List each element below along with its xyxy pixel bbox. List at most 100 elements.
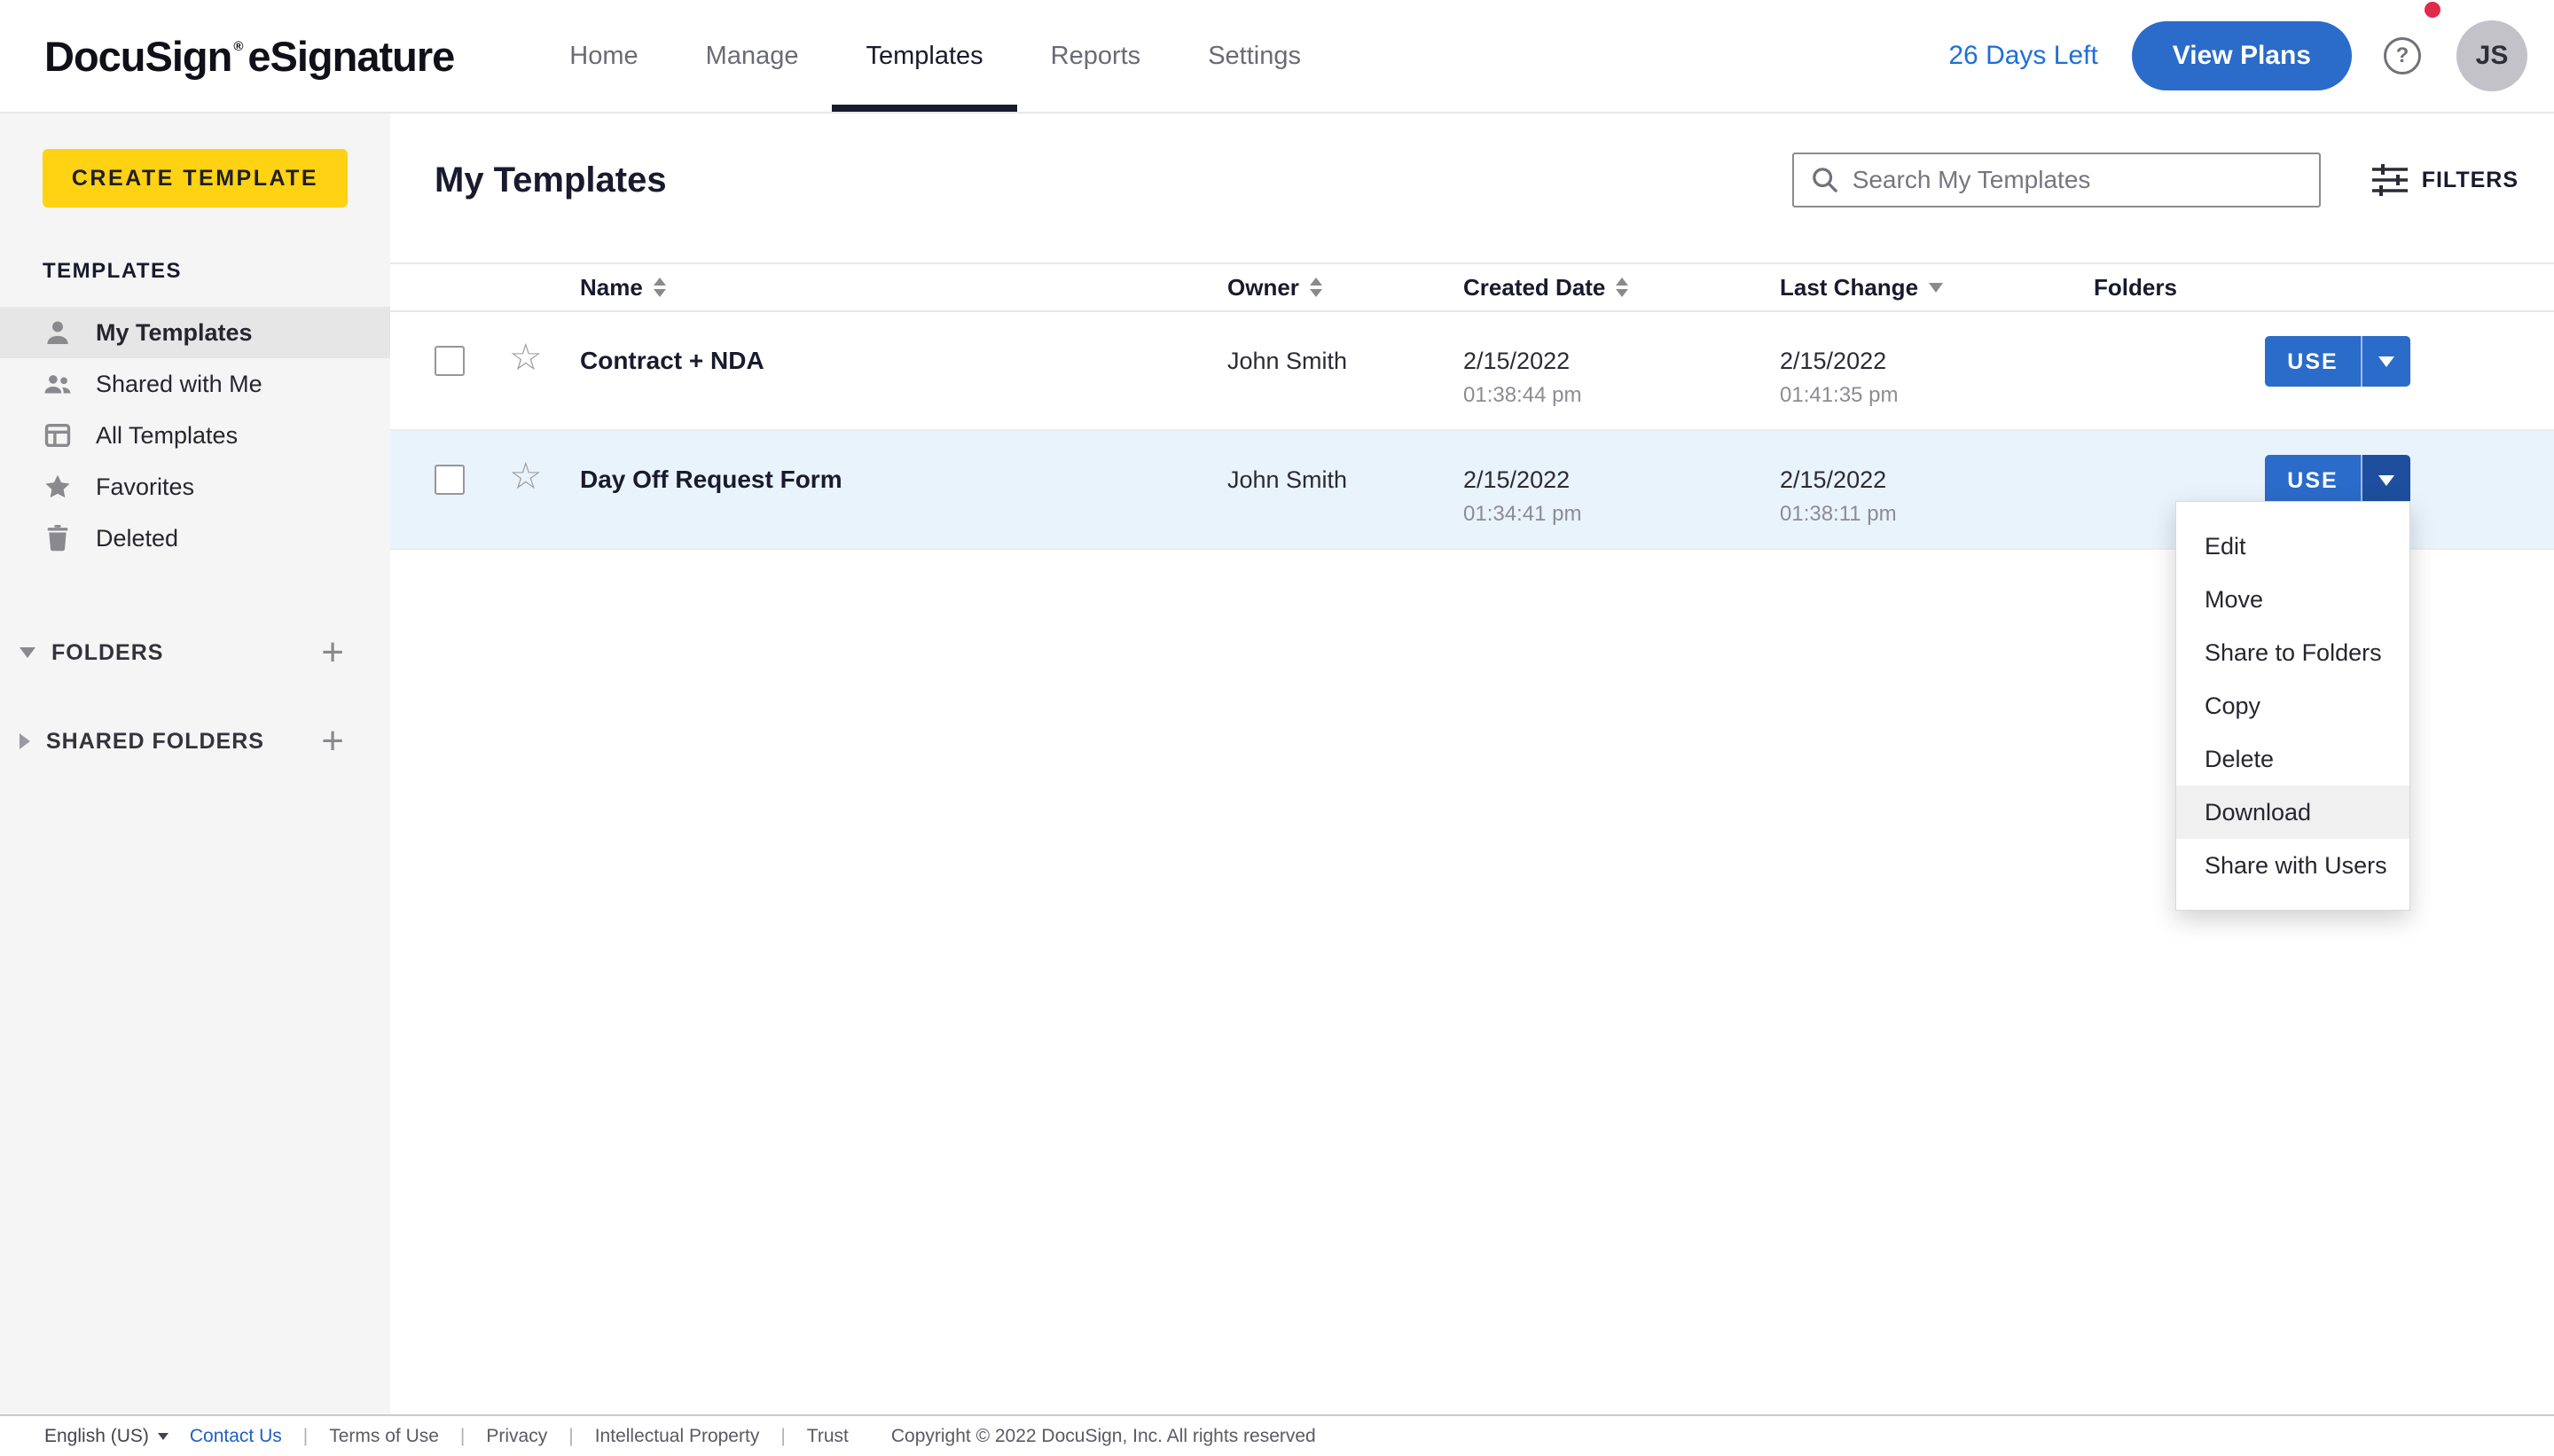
notification-dot xyxy=(2425,2,2440,18)
sidebar-item-label: Deleted xyxy=(96,525,178,552)
folders-header[interactable]: FOLDERS + xyxy=(0,628,390,677)
nav-home[interactable]: Home xyxy=(536,0,671,112)
column-header-owner[interactable]: Owner xyxy=(1227,274,1463,301)
last-change-time: 01:41:35 pm xyxy=(1780,383,2094,408)
help-icon[interactable]: ? xyxy=(2384,37,2421,74)
sidebar-section-title: TEMPLATES xyxy=(0,259,390,284)
sidebar-item-shared-with-me[interactable]: Shared with Me xyxy=(0,358,390,410)
chevron-down-icon xyxy=(2378,475,2394,486)
docusign-logo: DocuSign® eSignature xyxy=(44,0,454,112)
create-template-button[interactable]: CREATE TEMPLATE xyxy=(43,149,348,207)
owner-name: John Smith xyxy=(1227,465,1463,495)
chevron-down-icon xyxy=(158,1433,168,1440)
menu-item-download[interactable]: Download xyxy=(2176,786,2409,839)
template-actions-menu: Edit Move Share to Folders Copy Delete D… xyxy=(2175,501,2410,911)
chevron-down-icon xyxy=(2378,356,2394,367)
shared-folders-label: SHARED FOLDERS xyxy=(46,729,264,755)
last-change-date: 2/15/2022 xyxy=(1780,465,2094,495)
trial-days-left-link[interactable]: 26 Days Left xyxy=(1948,41,2097,71)
menu-item-edit[interactable]: Edit xyxy=(2176,520,2409,573)
layout-grid-icon xyxy=(43,420,73,450)
footer-link-trust[interactable]: Trust xyxy=(807,1426,849,1447)
footer-link-privacy[interactable]: Privacy xyxy=(486,1426,547,1447)
sidebar-item-label: All Templates xyxy=(96,422,238,450)
sidebar-item-all-templates[interactable]: All Templates xyxy=(0,410,390,461)
use-split-button: USE xyxy=(2265,455,2410,505)
last-change-cell: 2/15/2022 01:38:11 pm xyxy=(1780,465,2094,527)
template-name[interactable]: Contract + NDA xyxy=(580,346,1227,376)
filters-icon xyxy=(2370,162,2409,198)
add-shared-folder-icon[interactable]: + xyxy=(321,722,344,761)
use-dropdown-toggle[interactable] xyxy=(2362,455,2410,505)
folders-label: FOLDERS xyxy=(51,640,163,666)
main-header: My Templates FILTERS xyxy=(435,153,2519,207)
favorite-star-icon[interactable]: ☆ xyxy=(509,342,580,372)
sort-both-icon xyxy=(1616,278,1628,297)
row-checkbox[interactable] xyxy=(435,346,465,376)
search-box xyxy=(1792,153,2321,207)
language-selector[interactable]: English (US) xyxy=(44,1426,168,1447)
top-bar: DocuSign® eSignature Home Manage Template… xyxy=(0,0,2554,114)
sidebar-item-my-templates[interactable]: My Templates xyxy=(0,307,390,358)
use-button[interactable]: USE xyxy=(2265,455,2362,505)
add-folder-icon[interactable]: + xyxy=(321,633,344,672)
people-icon xyxy=(43,369,73,399)
registered-mark: ® xyxy=(233,39,242,54)
table-row: ☆ Contract + NDA John Smith 2/15/2022 01… xyxy=(390,312,2554,431)
last-change-cell: 2/15/2022 01:41:35 pm xyxy=(1780,346,2094,408)
column-header-name[interactable]: Name xyxy=(580,274,1227,301)
sidebar-item-label: Shared with Me xyxy=(96,371,262,398)
template-name[interactable]: Day Off Request Form xyxy=(580,465,1227,495)
chevron-expanded-icon xyxy=(20,647,35,658)
sidebar-item-favorites[interactable]: Favorites xyxy=(0,461,390,513)
use-split-button: USE xyxy=(2265,336,2410,387)
menu-item-share-to-folders[interactable]: Share to Folders xyxy=(2176,626,2409,679)
owner-name: John Smith xyxy=(1227,346,1463,376)
shared-folders-header[interactable]: SHARED FOLDERS + xyxy=(0,716,390,766)
content-area: CREATE TEMPLATE TEMPLATES My Templates S… xyxy=(0,114,2554,1414)
sort-both-icon xyxy=(654,278,666,297)
footer-link-intellectual-property[interactable]: Intellectual Property xyxy=(595,1426,760,1447)
separator: | xyxy=(780,1426,785,1447)
page-title: My Templates xyxy=(435,160,667,200)
last-change-time: 01:38:11 pm xyxy=(1780,502,2094,527)
separator: | xyxy=(460,1426,465,1447)
column-header-created-date[interactable]: Created Date xyxy=(1463,274,1780,301)
nav-templates[interactable]: Templates xyxy=(832,0,1016,112)
menu-item-move[interactable]: Move xyxy=(2176,573,2409,626)
search-input[interactable] xyxy=(1853,166,2303,194)
created-date-cell: 2/15/2022 01:34:41 pm xyxy=(1463,465,1780,527)
nav-manage[interactable]: Manage xyxy=(672,0,833,112)
footer: English (US) Contact Us | Terms of Use |… xyxy=(0,1414,2554,1456)
menu-item-delete[interactable]: Delete xyxy=(2176,732,2409,786)
primary-nav: Home Manage Templates Reports Settings xyxy=(536,0,1335,112)
footer-link-terms-of-use[interactable]: Terms of Use xyxy=(329,1426,439,1447)
separator: | xyxy=(303,1426,308,1447)
filters-button[interactable]: FILTERS xyxy=(2370,162,2519,198)
copyright-text: Copyright © 2022 DocuSign, Inc. All righ… xyxy=(891,1426,1316,1447)
footer-link-contact-us[interactable]: Contact Us xyxy=(190,1426,282,1447)
favorite-star-icon[interactable]: ☆ xyxy=(509,461,580,491)
column-header-last-change[interactable]: Last Change xyxy=(1780,274,2094,301)
nav-reports[interactable]: Reports xyxy=(1017,0,1175,112)
menu-item-copy[interactable]: Copy xyxy=(2176,679,2409,732)
row-checkbox[interactable] xyxy=(435,465,465,495)
created-time: 01:34:41 pm xyxy=(1463,502,1780,527)
use-button[interactable]: USE xyxy=(2265,336,2362,387)
sidebar-item-deleted[interactable]: Deleted xyxy=(0,513,390,564)
sort-both-icon xyxy=(1310,278,1322,297)
logo-brand: DocuSign xyxy=(44,32,231,81)
nav-settings[interactable]: Settings xyxy=(1174,0,1335,112)
view-plans-button[interactable]: View Plans xyxy=(2132,21,2352,90)
use-dropdown-toggle[interactable] xyxy=(2362,336,2410,387)
created-date-cell: 2/15/2022 01:38:44 pm xyxy=(1463,346,1780,408)
table-header-row: Name Owner Created Date Last Change Fold… xyxy=(390,262,2554,312)
column-header-folders[interactable]: Folders xyxy=(2094,274,2265,301)
sidebar: CREATE TEMPLATE TEMPLATES My Templates S… xyxy=(0,114,390,1414)
avatar[interactable]: JS xyxy=(2456,20,2527,91)
trash-icon xyxy=(43,523,73,553)
menu-item-share-with-users[interactable]: Share with Users xyxy=(2176,839,2409,892)
star-icon xyxy=(43,472,73,502)
chevron-collapsed-icon xyxy=(20,733,30,749)
logo-product: eSignature xyxy=(247,32,454,81)
